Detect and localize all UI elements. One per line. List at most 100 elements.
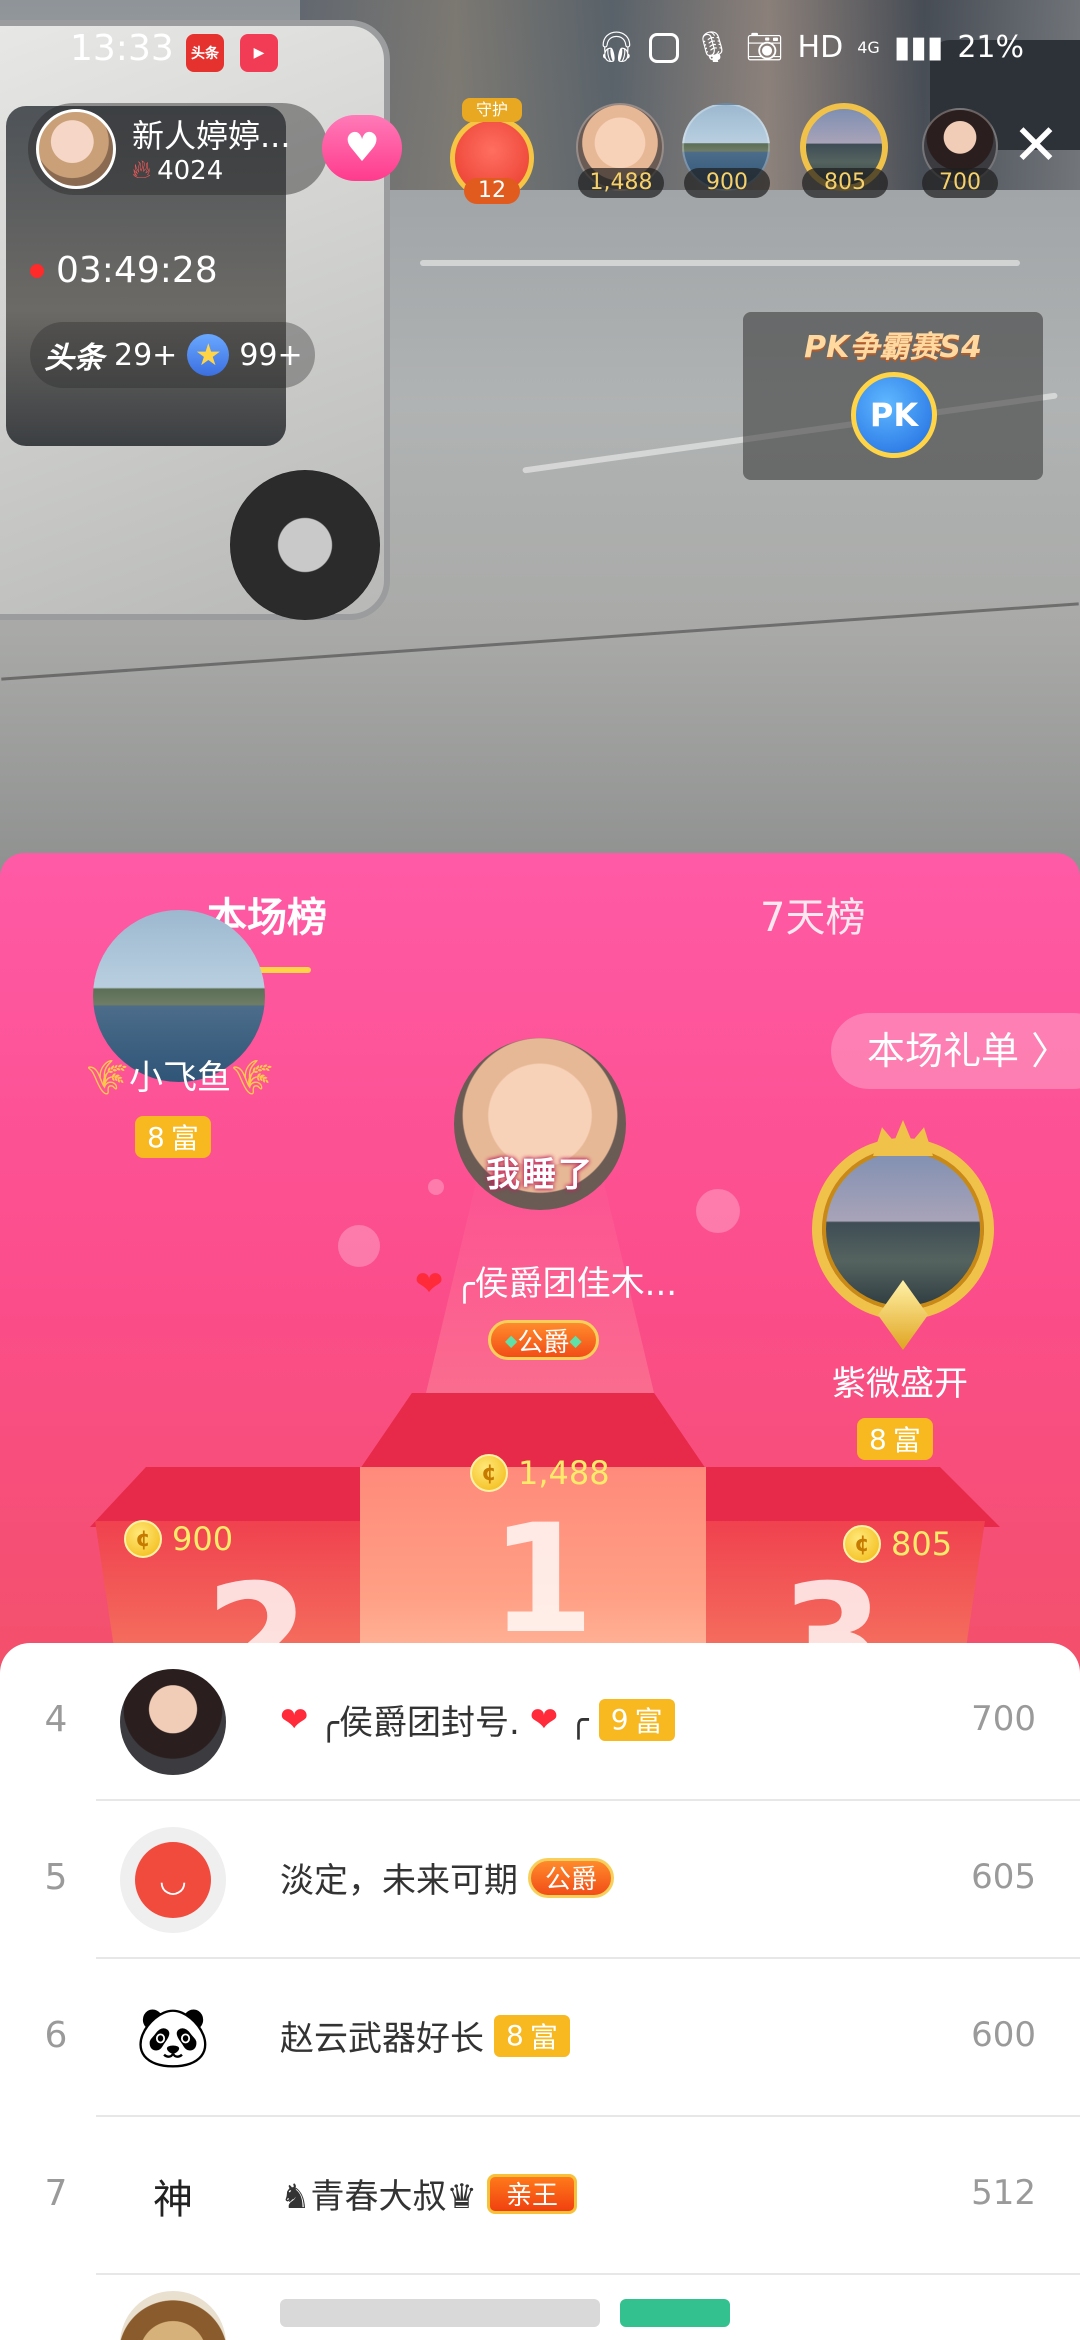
stats-pill[interactable]: 头条 29+ ★ 99+: [30, 322, 315, 388]
heart-icon: ❤: [280, 1699, 309, 1740]
decor-bubble: [338, 1225, 380, 1267]
toutiao-logo: 头条: [44, 341, 104, 376]
prince-badge: 亲王: [486, 2173, 577, 2214]
second-place-score: ¢ 900: [124, 1520, 233, 1558]
duke-label: 公爵: [545, 1865, 598, 1895]
heart-icon: ❤: [414, 1264, 444, 1304]
second-place-name-text: 小飞鱼: [129, 1058, 231, 1098]
user-avatar[interactable]: [120, 1669, 226, 1775]
prince-label: 亲王: [505, 2181, 558, 2211]
user-avatar[interactable]: [120, 2291, 226, 2340]
coin-icon: ¢: [843, 1525, 881, 1563]
stage-top-left: [90, 1467, 370, 1527]
first-place-avatar[interactable]: 我睡了: [454, 1038, 626, 1210]
toutiao-count: 29+: [114, 337, 178, 373]
rank-number: 5: [44, 1857, 68, 1898]
rank-number: 6: [44, 2015, 68, 2056]
pk-title: PK争霸赛S4: [804, 330, 982, 365]
status-time: 13:33: [70, 28, 174, 69]
wink-face-icon: ◡: [135, 1842, 211, 1918]
user-avatar[interactable]: ◡: [120, 1827, 226, 1933]
second-place-name[interactable]: 🌾︎小飞鱼🌾︎: [60, 1050, 300, 1099]
guard-badge[interactable]: 守护 12: [440, 98, 544, 204]
host-heat-value: 4024: [157, 155, 224, 186]
user-score: 700: [971, 1699, 1036, 1739]
guard-count: 12: [464, 178, 520, 204]
user-avatar[interactable]: 神: [120, 2143, 226, 2249]
gift-list-button[interactable]: 本场礼单 〉: [831, 1013, 1080, 1089]
heart-wings-icon: ♥: [344, 125, 380, 171]
decor-bubble: [696, 1189, 740, 1233]
third-place-wealth-badge: 8 富: [857, 1418, 933, 1460]
close-icon[interactable]: ✕: [1008, 118, 1064, 174]
user-name: ❤ ╭侯爵团封号. ❤ ╭ 9 富: [280, 1695, 675, 1744]
list-item[interactable]: [0, 2275, 1080, 2340]
first-place-avatar-caption: 我睡了: [486, 1155, 594, 1195]
wealth-label: 富: [529, 2020, 558, 2054]
hd-label: HD: [797, 30, 844, 65]
video-notification-icon: ▶: [240, 34, 278, 72]
rank-number: 4: [44, 1699, 68, 1740]
user-name-text: 淡定，未来可期: [280, 1861, 518, 1901]
pk-card[interactable]: PK争霸赛S4 PK: [743, 312, 1043, 480]
rank-number: 7: [44, 2173, 68, 2214]
first-place-score: ¢ 1,488: [470, 1454, 610, 1492]
user-badge-placeholder: [620, 2299, 730, 2327]
cart-wheel: [230, 470, 380, 620]
user-name-suffix: ╭: [568, 1699, 589, 1740]
road-marking: [420, 260, 1020, 266]
user-score: 512: [971, 2173, 1036, 2213]
battery-level: 21%: [957, 30, 1024, 65]
user-name: 淡定，未来可期 公爵: [280, 1853, 615, 1902]
first-place-name-text: ╭侯爵团佳木...: [454, 1264, 678, 1304]
second-place-score-value: 900: [172, 1520, 234, 1558]
wheat-icon: 🌾︎: [231, 1058, 275, 1098]
user-avatar[interactable]: 🐼︎: [120, 1985, 226, 2091]
heart-icon: ❤: [529, 1699, 559, 1740]
user-score: 600: [971, 2015, 1036, 2055]
user-name-placeholder: [280, 2299, 600, 2327]
wealth-label: 富: [170, 1122, 199, 1155]
duke-label: 公爵: [517, 1327, 570, 1358]
status-right-icons: 🎧︎ 🎙︎ 📷︎ HD 4G ▮▮▮ 21%: [597, 30, 1024, 65]
decor-bubble: [428, 1179, 444, 1195]
network-label: 4G: [857, 38, 880, 57]
guard-label: 守护: [462, 98, 522, 122]
tab-7-days[interactable]: 7天榜: [760, 885, 865, 943]
user-name-text: ♞青春大叔♛: [280, 2177, 477, 2217]
headphone-icon: 🎧︎: [597, 30, 636, 65]
user-name-text: 赵云武器好长: [280, 2019, 484, 2059]
list-item[interactable]: 6 🐼︎ 赵云武器好长 8 富 600: [0, 1959, 1080, 2117]
wealth-label: 富: [892, 1424, 921, 1457]
third-place-score: ¢ 805: [843, 1525, 952, 1563]
follow-button[interactable]: ♥: [322, 115, 402, 181]
live-duration: 03:49:28: [30, 250, 218, 291]
wealth-badge: 9 富: [598, 1698, 675, 1741]
host-heat: 🔥︎ 4024: [132, 155, 223, 186]
user-name: 赵云武器好长 8 富: [280, 2011, 570, 2060]
vibrate-icon: [649, 32, 680, 63]
star-icon: ★: [187, 334, 230, 376]
toutiao-notification-icon: 头条: [186, 34, 224, 72]
star-count: 99+: [239, 337, 303, 373]
top-viewer-count: 900: [684, 168, 770, 198]
stage-top-right: [700, 1467, 1000, 1527]
second-place-wealth-badge: 8 富: [135, 1116, 211, 1158]
host-info[interactable]: 新人婷婷... 🔥︎ 4024: [28, 103, 328, 195]
wealth-label: 富: [634, 1704, 663, 1738]
list-item[interactable]: 7 神 ♞青春大叔♛ 亲王 512: [0, 2117, 1080, 2275]
wealth-level: 8: [147, 1120, 165, 1154]
top-viewer-count: 805: [802, 168, 888, 198]
top-viewer-count: 700: [922, 168, 998, 198]
list-item[interactable]: 4 ❤ ╭侯爵团封号. ❤ ╭ 9 富 700: [0, 1643, 1080, 1801]
host-avatar[interactable]: [36, 109, 116, 189]
pk-button[interactable]: PK: [851, 372, 937, 458]
recording-dot-icon: [30, 263, 44, 278]
list-item[interactable]: 5 ◡ 淡定，未来可期 公爵 605: [0, 1801, 1080, 1959]
avatar-character: 神: [153, 2177, 193, 2223]
coin-icon: ¢: [124, 1520, 162, 1558]
wealth-badge: 8 富: [494, 2014, 570, 2057]
third-place-name[interactable]: 紫微盛开: [780, 1356, 1020, 1405]
wealth-level: 9: [610, 1703, 629, 1736]
first-place-name[interactable]: ❤ ╭侯爵团佳木...: [396, 1256, 696, 1305]
